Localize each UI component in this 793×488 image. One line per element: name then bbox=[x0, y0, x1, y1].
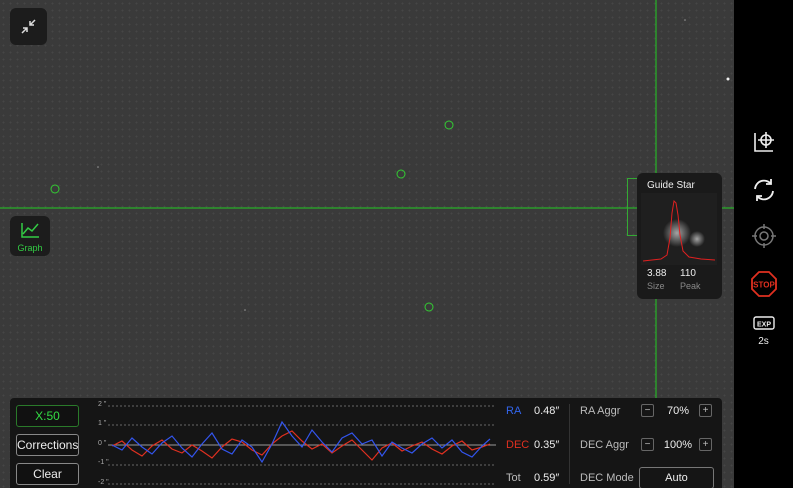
target-icon bbox=[751, 224, 776, 248]
graph-toggle-button[interactable]: Graph bbox=[10, 216, 50, 256]
dec-aggr-increase-button[interactable]: + bbox=[699, 438, 712, 451]
ra-rms-value: 0.48″ bbox=[534, 405, 560, 417]
loop-button[interactable] bbox=[734, 173, 793, 207]
exposure-icon: EXP bbox=[752, 316, 775, 330]
bright-star bbox=[726, 77, 730, 81]
faint-star bbox=[684, 19, 686, 21]
line-graph-icon bbox=[21, 223, 39, 238]
exposure-button[interactable]: EXP bbox=[734, 309, 793, 337]
total-rms-value: 0.59″ bbox=[534, 472, 560, 484]
ra-label: RA bbox=[506, 405, 522, 417]
star-marker[interactable] bbox=[424, 302, 434, 312]
dec-aggr-label: DEC Aggr bbox=[580, 439, 629, 451]
star-peak-value: 110 bbox=[680, 268, 696, 279]
faint-star bbox=[97, 166, 99, 168]
phd2-guiding-screen: Graph Guide Star 3.88 110 Size Peak STOP… bbox=[0, 0, 793, 488]
clear-button[interactable]: Clear bbox=[16, 463, 79, 485]
guide-star-title: Guide Star bbox=[647, 180, 695, 191]
star-blob bbox=[663, 219, 691, 247]
guide-graph-panel: X:50 Corrections Clear 2 " 1 " 0 " -1 " … bbox=[10, 398, 722, 488]
star-marker[interactable] bbox=[50, 184, 60, 194]
dec-mode-select[interactable]: Auto bbox=[639, 467, 714, 488]
stop-button[interactable]: STOP bbox=[734, 267, 793, 301]
star-size-label: Size bbox=[647, 281, 665, 291]
star-marker[interactable] bbox=[444, 120, 454, 130]
star-size-value: 3.88 bbox=[647, 268, 667, 279]
star-peak-label: Peak bbox=[680, 281, 701, 291]
right-toolbar: STOP EXP 2s bbox=[734, 0, 793, 488]
collapse-button[interactable] bbox=[10, 8, 47, 45]
guide-error-graph[interactable] bbox=[98, 400, 498, 488]
dec-aggr-decrease-button[interactable]: − bbox=[641, 438, 654, 451]
graph-button-label: Graph bbox=[17, 243, 43, 253]
dec-mode-label: DEC Mode bbox=[580, 472, 634, 484]
collapse-icon bbox=[21, 19, 36, 34]
guide-button[interactable] bbox=[734, 219, 793, 253]
total-label: Tot bbox=[506, 472, 521, 484]
ra-aggr-value: 70% bbox=[666, 405, 690, 417]
dec-rms-value: 0.35″ bbox=[534, 439, 560, 451]
ra-aggr-increase-button[interactable]: + bbox=[699, 404, 712, 417]
ra-error-line bbox=[111, 420, 491, 464]
ra-aggr-label: RA Aggr bbox=[580, 405, 621, 417]
graph-scale-button[interactable]: X:50 bbox=[16, 405, 79, 427]
ra-aggr-decrease-button[interactable]: − bbox=[641, 404, 654, 417]
guide-star-marker bbox=[627, 178, 637, 236]
loop-icon bbox=[753, 179, 774, 201]
stop-icon: STOP bbox=[750, 271, 777, 297]
corrections-button[interactable]: Corrections bbox=[16, 434, 79, 456]
star-marker[interactable] bbox=[396, 169, 406, 179]
panel-divider bbox=[569, 404, 570, 484]
dec-aggr-value: 100% bbox=[663, 439, 693, 451]
guide-star-profile bbox=[641, 193, 717, 265]
exposure-icon-label: EXP bbox=[756, 322, 770, 329]
guide-star-card: Guide Star 3.88 110 Size Peak bbox=[637, 173, 722, 299]
exposure-value: 2s bbox=[758, 336, 769, 347]
select-star-button[interactable] bbox=[734, 125, 793, 159]
dec-label: DEC bbox=[506, 439, 530, 451]
star-blob bbox=[689, 231, 705, 247]
star-select-icon bbox=[753, 132, 774, 152]
stop-label: STOP bbox=[753, 281, 775, 290]
faint-star bbox=[244, 309, 246, 311]
